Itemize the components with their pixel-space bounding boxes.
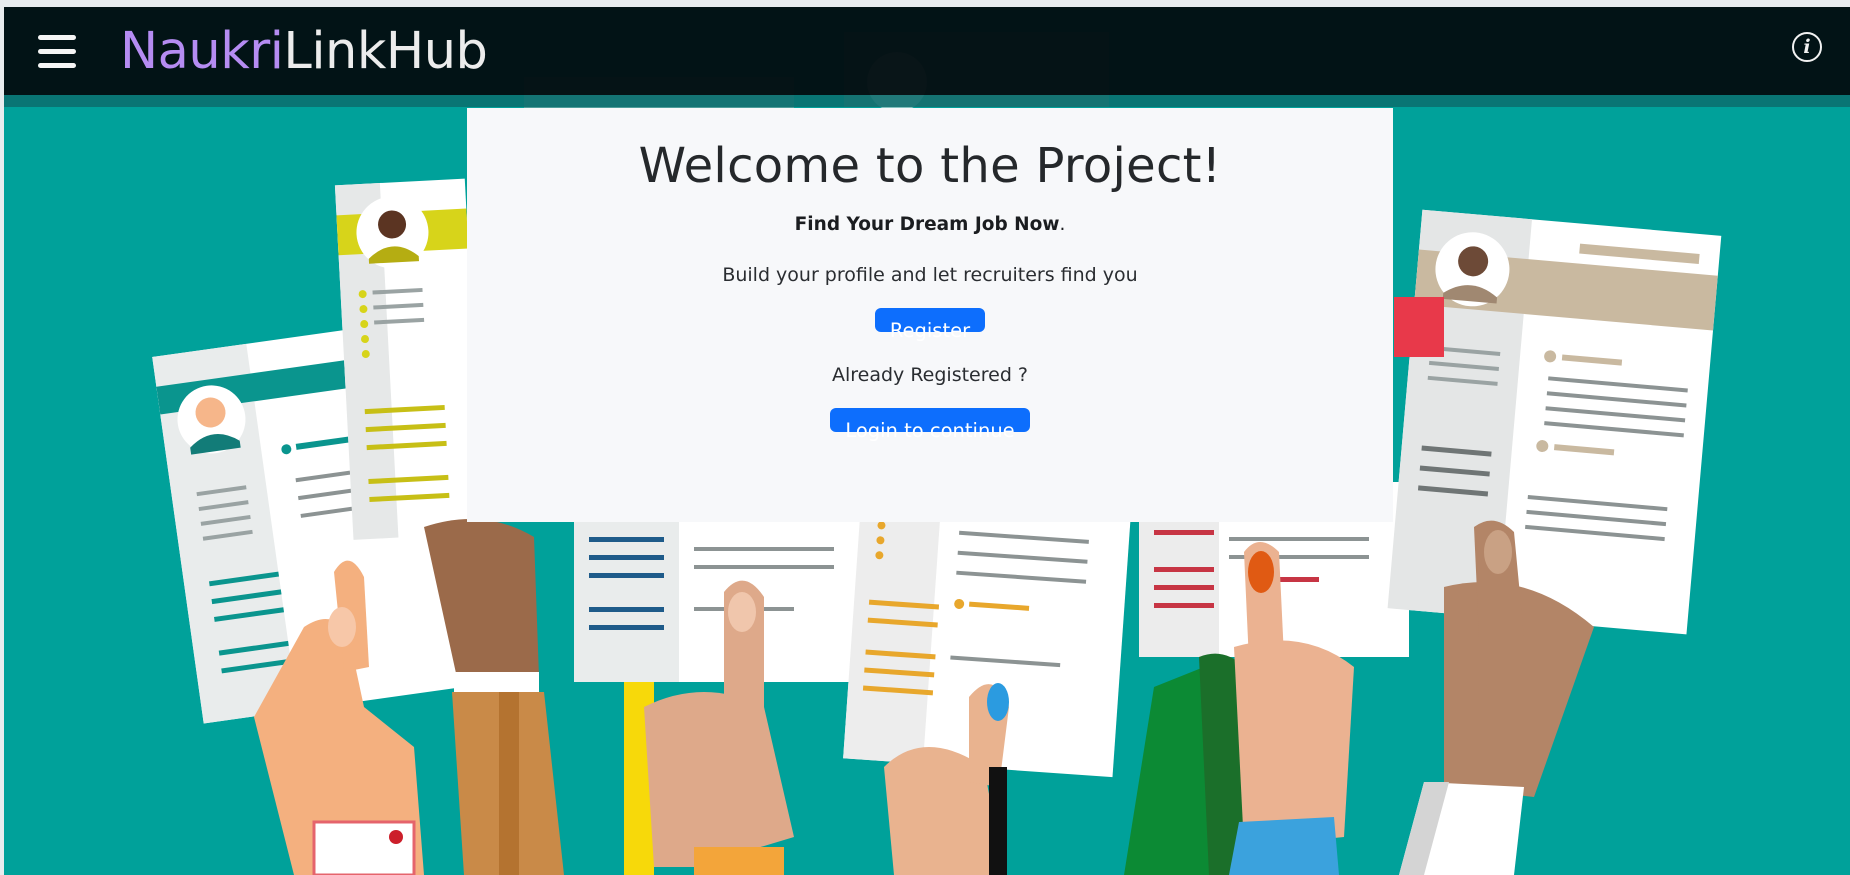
subtext: Build your profile and let recruiters fi… bbox=[722, 264, 1138, 286]
already-registered-text: Already Registered ? bbox=[831, 364, 1029, 386]
brand-name-part2: LinkHub bbox=[283, 22, 488, 81]
tagline: Find Your Dream Job Now. bbox=[467, 214, 1393, 235]
login-button[interactable]: Login to continue bbox=[830, 408, 1030, 442]
app-frame: NaukriLinkHub i Welcome to the Project! … bbox=[4, 7, 1850, 875]
hamburger-menu-icon[interactable] bbox=[38, 35, 76, 69]
welcome-card: Welcome to the Project! Find Your Dream … bbox=[467, 108, 1393, 522]
info-circle-icon[interactable]: i bbox=[1792, 32, 1822, 62]
tagline-bold: Find Your Dream Job Now bbox=[794, 214, 1060, 235]
brand-logo[interactable]: NaukriLinkHub bbox=[120, 22, 488, 81]
navbar-shadow-strip bbox=[4, 95, 1850, 107]
brand-name-part1: Naukri bbox=[120, 22, 284, 81]
tagline-end: . bbox=[1059, 214, 1066, 235]
top-navbar: NaukriLinkHub i bbox=[4, 7, 1850, 95]
register-button[interactable]: Register bbox=[874, 308, 986, 342]
page-title: Welcome to the Project! bbox=[638, 138, 1222, 194]
